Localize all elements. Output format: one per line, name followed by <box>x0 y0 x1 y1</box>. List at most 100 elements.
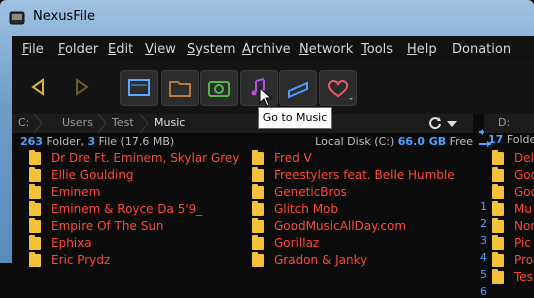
folder-icon <box>492 252 504 267</box>
list-item[interactable]: Del <box>492 150 534 167</box>
breadcrumb-music[interactable]: Music <box>154 116 185 129</box>
menu-edit[interactable]: Edit <box>108 42 133 57</box>
right-pane-drive[interactable]: D: <box>498 116 510 129</box>
item-name: GeneticBros <box>274 185 347 199</box>
breadcrumb-drive[interactable]: C: <box>18 116 29 129</box>
window-frame: NexusFile File Folder Edit View System A… <box>0 0 534 298</box>
menu-system-label: ystem <box>195 42 236 57</box>
menu-archive[interactable]: Archive <box>242 42 291 57</box>
folder-button[interactable] <box>161 70 199 106</box>
chevron-down-icon[interactable] <box>446 119 458 129</box>
menu-view-label: iew <box>153 42 176 57</box>
list-item[interactable]: Nor <box>492 218 534 235</box>
item-name: Ephixa <box>51 236 92 250</box>
folder-icon <box>29 252 41 267</box>
pane-tab-5[interactable]: 5 <box>480 268 487 281</box>
list-item[interactable]: Goo <box>492 167 534 184</box>
list-item[interactable]: Goo <box>492 184 534 201</box>
app-client-area: File Folder Edit View System Archive Net… <box>12 36 534 298</box>
list-item[interactable]: GeneticBros <box>252 184 472 201</box>
pane-tab-6[interactable]: 6 <box>480 285 487 298</box>
tooltip: Go to Music <box>258 107 332 129</box>
drive-button[interactable] <box>279 70 317 106</box>
item-name: Fred V <box>274 151 312 165</box>
refresh-icon[interactable] <box>427 115 443 131</box>
folder-icon <box>492 150 504 165</box>
menu-view-mnemonic: V <box>145 42 154 57</box>
list-item[interactable]: Pic <box>492 235 534 252</box>
menu-folder[interactable]: Folder <box>58 42 98 57</box>
camera-button[interactable] <box>200 70 238 106</box>
folder-icon <box>29 201 41 216</box>
list-item[interactable]: Eminem <box>29 184 249 201</box>
favorites-button[interactable] <box>319 70 357 106</box>
forward-button[interactable] <box>64 70 100 104</box>
menu-view[interactable]: View <box>145 42 176 57</box>
breadcrumb-test[interactable]: Test <box>112 116 134 129</box>
list-item[interactable]: Glitch Mob <box>252 201 472 218</box>
list-item[interactable]: Freestylers feat. Belle Humble <box>252 167 472 184</box>
folder-icon <box>492 167 504 182</box>
list-item[interactable]: Fred V <box>252 150 472 167</box>
folder-icon <box>29 167 41 182</box>
list-item[interactable]: Empire Of The Sun <box>29 218 249 235</box>
menu-folder-mnemonic: F <box>58 42 66 57</box>
list-item[interactable]: Eminem & Royce Da 5'9_ <box>29 201 249 218</box>
menu-archive-label: rchive <box>250 42 291 57</box>
list-item[interactable]: Ephixa <box>29 235 249 252</box>
folder-icon <box>252 184 264 199</box>
pane-tab-1[interactable]: 1 <box>480 200 487 213</box>
back-icon <box>31 78 44 96</box>
breadcrumb-users[interactable]: Users <box>62 116 93 129</box>
item-name: Goo <box>514 185 534 199</box>
menu-tools-label: ools <box>366 42 394 57</box>
folder-icon <box>169 81 191 97</box>
breadcrumb: C: Users Test Music <box>12 114 473 133</box>
item-name: Eminem & Royce Da 5'9_ <box>51 202 203 216</box>
right-folder-count: 17 <box>488 133 504 146</box>
item-name: Eminem <box>51 185 101 199</box>
folder-icon <box>29 235 41 250</box>
menu-tools[interactable]: Tools <box>361 42 393 57</box>
menu-system[interactable]: System <box>187 42 236 57</box>
menu-edit-label: dit <box>116 42 134 57</box>
back-button[interactable] <box>20 70 56 104</box>
title-bar[interactable]: NexusFile <box>0 0 534 36</box>
list-item[interactable]: Pro <box>492 252 534 269</box>
folder-icon <box>29 218 41 233</box>
folder-icon <box>252 252 264 267</box>
item-name: Glitch Mob <box>274 202 339 216</box>
menu-help-label: elp <box>416 42 437 57</box>
list-item[interactable]: Tes <box>492 269 534 286</box>
folder-icon <box>492 235 504 250</box>
chevron-down-icon <box>349 98 353 100</box>
camera-icon <box>208 81 230 97</box>
list-item[interactable]: Gorillaz <box>252 235 472 252</box>
menu-help-mnemonic: H <box>407 42 417 57</box>
list-item[interactable]: Ellie Goulding <box>29 167 249 184</box>
disk-label: Local Disk (C:) <box>315 135 395 148</box>
window-title: NexusFile <box>33 9 95 24</box>
folder-word: Folder, <box>46 135 84 148</box>
drive-icon <box>288 81 308 99</box>
folder-icon <box>492 201 504 216</box>
folder-icon <box>492 184 504 199</box>
item-name: Ellie Goulding <box>51 168 134 182</box>
menu-help[interactable]: Help <box>407 42 437 57</box>
list-item[interactable]: Eric Prydz <box>29 252 249 269</box>
menu-file[interactable]: File <box>22 42 44 57</box>
pane-tab-2[interactable]: 2 <box>480 217 487 230</box>
console-button[interactable] <box>120 70 158 106</box>
menu-file-label: ile <box>28 42 44 57</box>
menu-network[interactable]: Network <box>299 42 353 57</box>
item-name: Mu <box>514 202 532 216</box>
pane-tab-4[interactable]: 4 <box>480 251 487 264</box>
folder-icon <box>29 184 41 199</box>
pane-tab-3[interactable]: 3 <box>480 234 487 247</box>
list-item[interactable]: Mu <box>492 201 534 218</box>
menu-donation[interactable]: Donation <box>452 42 511 57</box>
list-item[interactable]: Gradon & Janky <box>252 252 472 269</box>
item-name: Goo <box>514 168 534 182</box>
list-item[interactable]: GoodMusicAllDay.com <box>252 218 472 235</box>
list-item[interactable]: Dr Dre Ft. Eminem, Skylar Grey <box>29 150 249 167</box>
